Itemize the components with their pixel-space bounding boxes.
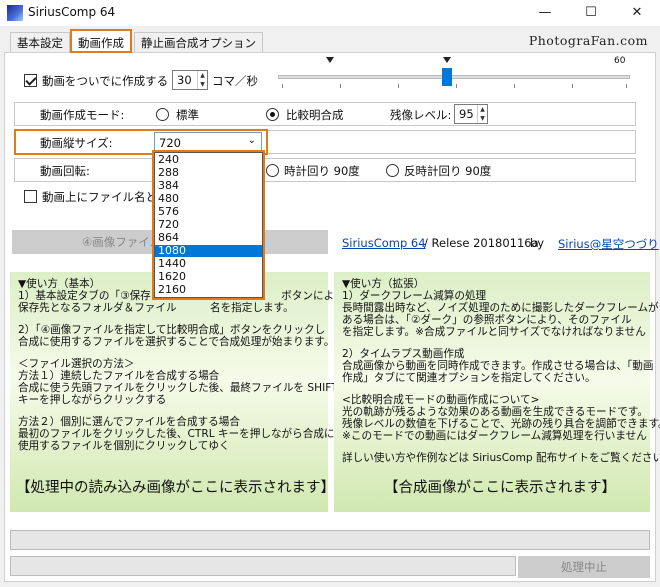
tab-basic-settings[interactable]: 基本設定 <box>10 32 70 52</box>
window-title: SiriusComp 64 <box>28 5 116 19</box>
info-right-line: ※このモードでの動画にはダークフレーム減算処理を行いません <box>342 430 647 442</box>
size-option[interactable]: 1440 <box>155 258 262 270</box>
stop-processing-button[interactable]: 処理中止 <box>518 556 650 578</box>
chevron-down-icon[interactable]: ⌄ <box>248 135 256 146</box>
status-bar <box>10 556 516 576</box>
release-text: / Relese 20180116a <box>424 236 539 250</box>
tab-still-composite-options[interactable]: 静止画合成オプション <box>134 32 263 52</box>
info-left-line: 保存先となるフォルダ＆ファイル <box>18 302 177 314</box>
composite-image-placeholder: 【合成画像がここに表示されます】 <box>384 480 616 496</box>
info-panel-right: ▼使い方（拡張） 1）ダークフレーム減算の処理 長時間露出時など、ノイズ処理のた… <box>334 272 660 512</box>
progress-bar <box>10 530 650 550</box>
size-option[interactable]: 2160 <box>155 284 262 296</box>
slider-tick <box>514 84 515 88</box>
info-right-line: 詳しい使い方や作例などは SiriusComp 配布サイトをご覧ください <box>342 452 660 464</box>
info-panel-left: ▼使い方（基本） 1）基本設定タブの「③保存 ボタンにより 保存先となるフォルダ… <box>10 272 345 512</box>
afterimage-arrows-icon[interactable]: ▲ ▼ <box>477 105 487 123</box>
app-icon <box>7 5 23 21</box>
slider-tick <box>626 84 627 88</box>
app-site-link[interactable]: SiriusComp 64 <box>342 236 426 250</box>
size-option[interactable]: 864 <box>155 232 262 244</box>
overlay-filename-label: 動画上にファイル名と撮 <box>42 190 169 204</box>
tab-video-create[interactable]: 動画作成 <box>70 29 132 53</box>
close-button[interactable]: ✕ <box>614 0 660 26</box>
fps-value: 30 <box>177 73 192 87</box>
info-left-line: キーを押しながらクリックする <box>18 394 167 406</box>
rotate-ccw-label: 反時計回り 90度 <box>404 164 492 178</box>
fps-slider-thumb[interactable] <box>442 68 452 86</box>
watermark: PhotograFan.com <box>528 33 648 48</box>
slider-tick <box>282 84 283 88</box>
size-option[interactable]: 240 <box>155 154 262 166</box>
slider-tick <box>340 84 341 88</box>
slider-tick <box>398 84 399 88</box>
slider-max-label: 60 <box>614 56 626 66</box>
info-right-line: 作成」タブにて関連オプションを指定してください。 <box>342 372 596 384</box>
fps-unit: コマ／秒 <box>212 74 258 88</box>
slider-marker-icon <box>326 57 334 63</box>
size-option[interactable]: 720 <box>155 219 262 231</box>
loading-image-placeholder: 【処理中の読み込み画像がここに表示されます】 <box>16 480 335 496</box>
rotation-label: 動画回転: <box>40 164 90 178</box>
afterimage-value: 95 <box>459 107 474 121</box>
overlay-filename-checkbox[interactable] <box>24 190 37 203</box>
afterimage-stepper[interactable]: 95 ▲ ▼ <box>454 104 488 124</box>
maximize-button[interactable]: ☐ <box>568 0 614 26</box>
rotate-cw-label: 時計回り 90度 <box>284 164 360 178</box>
size-option[interactable]: 1620 <box>155 271 262 283</box>
mode-lighten-radio[interactable] <box>266 108 279 121</box>
by-text: by <box>530 236 545 250</box>
info-left-line: 合成に使用するファイルを選択することで合成処理が始まります。 <box>18 336 335 348</box>
size-label: 動画縦サイズ: <box>40 136 113 150</box>
size-option[interactable]: 384 <box>155 180 262 192</box>
size-option[interactable]: 576 <box>155 206 262 218</box>
rotate-ccw-radio[interactable] <box>386 164 399 177</box>
size-option[interactable]: 480 <box>155 193 262 205</box>
info-left-line: 使用するファイルを個別にクリックしてゆく <box>18 440 230 452</box>
size-dropdown-list[interactable]: 240 288 384 480 576 720 864 1080 1440 16… <box>154 152 263 298</box>
fps-arrows-icon[interactable]: ▲ ▼ <box>197 71 207 89</box>
author-link[interactable]: Sirius@星空つづり <box>558 236 659 252</box>
mode-label: 動画作成モード: <box>40 108 125 122</box>
slider-marker-icon <box>443 57 451 63</box>
rotate-cw-radio[interactable] <box>266 164 279 177</box>
size-select-value: 720 <box>159 136 181 150</box>
make-video-label: 動画をついでに作成する <box>42 74 169 88</box>
fps-slider-track[interactable] <box>278 75 630 79</box>
minimize-button[interactable]: — <box>522 0 568 26</box>
size-select[interactable]: 720 ⌄ <box>154 132 262 152</box>
make-video-checkbox[interactable] <box>24 74 37 87</box>
size-option-selected[interactable]: 1080 <box>155 245 262 257</box>
mode-standard-label: 標準 <box>176 108 199 122</box>
mode-lighten-label: 比較明合成 <box>286 108 344 122</box>
size-option[interactable]: 288 <box>155 167 262 179</box>
fps-stepper[interactable]: 30 ▲ ▼ <box>172 70 208 90</box>
slider-tick <box>572 84 573 88</box>
mode-standard-radio[interactable] <box>156 108 169 121</box>
afterimage-label: 残像レベル: <box>390 108 452 122</box>
slider-tick <box>456 84 457 88</box>
info-left-line: 名を指定します。 <box>210 302 294 314</box>
info-right-line: を指定します。※合成ファイルと同サイズでなければなりません <box>342 326 646 338</box>
